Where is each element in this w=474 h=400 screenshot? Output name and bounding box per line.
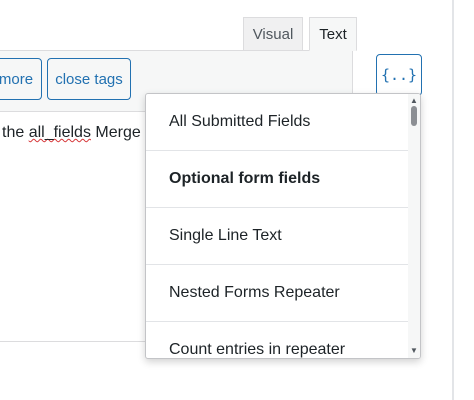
dropdown-item-single-line-text[interactable]: Single Line Text [146, 208, 409, 265]
content-prefix: the [2, 124, 29, 141]
editor-content[interactable]: the all_fields Merge [2, 124, 141, 142]
dropdown-item-all-submitted-fields[interactable]: All Submitted Fields [146, 94, 409, 151]
tab-visual[interactable]: Visual [243, 17, 303, 51]
merge-tags-dropdown: All Submitted Fields Optional form field… [145, 93, 421, 359]
dropdown-scrollbar[interactable]: ▲ ▼ [408, 94, 420, 358]
dropdown-item-nested-forms-repeater[interactable]: Nested Forms Repeater [146, 265, 409, 322]
dropdown-list: All Submitted Fields Optional form field… [146, 94, 409, 358]
content-suffix: Merge [90, 124, 141, 141]
close-tags-button[interactable]: close tags [47, 58, 131, 100]
misspelled-word: all_fields [28, 124, 91, 141]
merge-tags-icon: {..} [380, 66, 418, 84]
scroll-down-icon[interactable]: ▼ [408, 345, 420, 357]
page-divider [452, 0, 454, 400]
dropdown-item-count-entries[interactable]: Count entries in repeater [146, 322, 409, 358]
dropdown-group-header: Optional form fields [146, 151, 409, 208]
scrollbar-thumb[interactable] [411, 106, 417, 126]
more-button[interactable]: more [0, 58, 42, 100]
tab-text[interactable]: Text [309, 17, 357, 51]
merge-tags-button[interactable]: {..} [376, 54, 422, 96]
